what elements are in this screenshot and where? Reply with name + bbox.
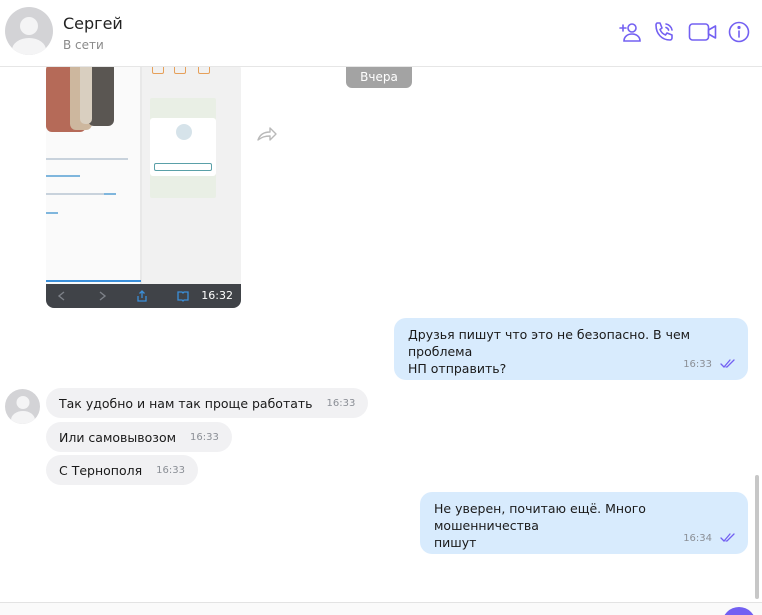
incoming-message[interactable]: Или самовывозом 16:33: [46, 422, 232, 452]
image-message[interactable]: 16:32: [46, 67, 241, 308]
screenshot-link-line: [46, 175, 80, 177]
image-message-time: 16:32: [201, 289, 233, 302]
message-time: 16:33: [326, 397, 356, 409]
message-text: Или самовывозом: [59, 429, 177, 445]
message-composer[interactable]: [0, 602, 762, 615]
contact-avatar[interactable]: [5, 7, 53, 55]
message-list[interactable]: 16:32 Вчера Друзья пишут что это не безо…: [0, 67, 762, 602]
contact-name[interactable]: Сергей: [63, 14, 123, 33]
share-icon: [137, 290, 147, 302]
screenshot-browser-bar: 16:32: [46, 280, 241, 308]
info-icon[interactable]: [727, 20, 751, 44]
category-icon: [152, 67, 164, 74]
screenshot-link-line: [46, 212, 58, 214]
double-check-read-icon: [720, 358, 735, 368]
category-icon: [198, 67, 210, 74]
product-photo: [46, 67, 116, 137]
screenshot-link-line: [104, 193, 116, 195]
video-call-icon[interactable]: [688, 20, 718, 44]
category-icon: [174, 67, 186, 74]
screenshot-left-panel: [46, 67, 141, 284]
message-meta: 16:34: [683, 528, 736, 547]
screenshot-progress-line: [46, 280, 141, 282]
date-separator: Вчера: [346, 67, 412, 88]
message-time: 16:33: [683, 359, 713, 370]
outgoing-message[interactable]: Не уверен, почитаю ещё. Много мошенничес…: [420, 492, 748, 554]
outgoing-message[interactable]: Друзья пишут что это не безопасно. В чем…: [394, 318, 748, 380]
screenshot-text-line: [46, 158, 128, 160]
back-arrow-icon: [57, 291, 65, 301]
screenshot-seller-button: [154, 163, 212, 171]
book-icon: [177, 291, 189, 302]
message-meta: 16:33: [683, 354, 736, 373]
incoming-message[interactable]: С Тернополя 16:33: [46, 455, 198, 485]
avatar-head-shape: [16, 396, 29, 409]
avatar-body-shape: [10, 411, 35, 424]
seller-avatar: [176, 124, 192, 140]
scrollbar-thumb[interactable]: [755, 475, 759, 599]
add-contact-icon[interactable]: [618, 20, 642, 44]
phone-icon[interactable]: [652, 20, 676, 44]
message-text: Так удобно и нам так проще работать: [59, 395, 313, 411]
contact-status: В сети: [63, 38, 104, 52]
incoming-message[interactable]: Так удобно и нам так проще работать 16:3…: [46, 388, 369, 418]
screenshot-category-row: [148, 67, 220, 92]
message-text: С Тернополя: [59, 462, 143, 478]
avatar-head-shape: [20, 17, 38, 35]
sender-avatar[interactable]: [5, 389, 40, 424]
message-time: 16:33: [156, 464, 185, 476]
message-time: 16:34: [683, 533, 713, 544]
message-time: 16:33: [190, 431, 219, 443]
chat-header: Сергей В сети: [0, 0, 762, 67]
forward-message-icon[interactable]: [256, 125, 278, 143]
avatar-body-shape: [12, 38, 46, 55]
forward-arrow-icon: [99, 291, 107, 301]
double-check-read-icon: [720, 532, 735, 542]
